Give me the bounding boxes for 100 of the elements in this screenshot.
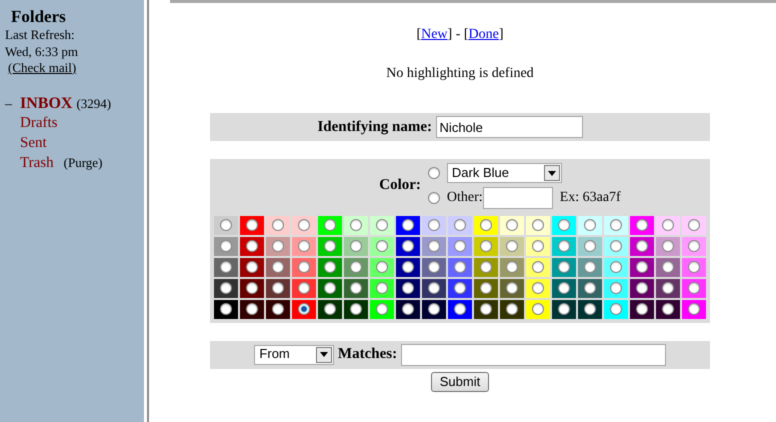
swatch-radio[interactable] [376,261,388,274]
swatch-radio[interactable] [454,219,466,232]
swatch-radio[interactable] [220,282,232,294]
swatch-radio[interactable] [454,261,466,274]
swatch-radio[interactable] [610,303,622,316]
swatch-radio[interactable] [350,282,362,294]
swatch-radio[interactable] [506,219,518,232]
swatch-radio[interactable] [324,261,336,274]
swatch-radio[interactable] [506,261,518,274]
swatch-radio[interactable] [688,303,700,316]
swatch-radio[interactable] [532,219,544,232]
swatch-radio[interactable] [350,240,362,252]
folder-link[interactable]: Trash [20,154,54,173]
matches-field[interactable] [400,344,666,366]
swatch-radio[interactable] [428,219,440,232]
swatch-radio[interactable] [506,303,518,316]
swatch-radio[interactable] [584,303,596,316]
swatch-radio[interactable] [376,240,388,252]
swatch-radio[interactable] [636,303,648,316]
color-select[interactable]: Dark Blue [446,163,562,183]
other-color-field[interactable] [482,186,553,208]
swatch-radio[interactable] [480,240,492,252]
swatch-radio[interactable] [402,240,414,252]
swatch-radio[interactable] [350,303,362,316]
swatch-radio[interactable] [688,240,700,252]
swatch-radio[interactable] [376,282,388,294]
swatch-radio[interactable] [584,261,596,274]
swatch-radio[interactable] [662,303,674,316]
swatch-radio[interactable] [220,261,232,274]
swatch-radio[interactable] [558,240,570,252]
swatch-radio[interactable] [610,261,622,274]
swatch-radio[interactable] [584,240,596,252]
swatch-radio[interactable] [298,240,310,252]
swatch-radio[interactable] [402,303,414,316]
folder-link[interactable]: Sent [20,134,47,153]
swatch-radio[interactable] [454,240,466,252]
swatch-radio[interactable] [506,282,518,294]
swatch-radio[interactable] [428,261,440,274]
swatch-radio[interactable] [246,303,258,316]
swatch-radio[interactable] [584,219,596,232]
swatch-radio[interactable] [610,219,622,232]
swatch-radio[interactable] [402,282,414,294]
swatch-radio[interactable] [558,303,570,316]
swatch-radio[interactable] [272,303,284,316]
swatch-radio[interactable] [324,303,336,316]
swatch-radio[interactable] [662,219,674,232]
swatch-radio[interactable] [272,219,284,232]
swatch-radio[interactable] [402,261,414,274]
nav-link[interactable]: Done [468,27,499,42]
swatch-radio[interactable] [298,261,310,274]
swatch-radio[interactable] [558,261,570,274]
swatch-radio[interactable] [532,261,544,274]
swatch-radio[interactable] [428,282,440,294]
swatch-radio[interactable] [350,219,362,232]
swatch-radio[interactable] [324,219,336,232]
swatch-radio[interactable] [272,261,284,274]
name-field[interactable]: Nichole [436,116,583,138]
swatch-radio[interactable] [584,282,596,294]
dropdown-caret-icon[interactable] [316,346,332,362]
purge-link[interactable]: (Purge) [64,155,102,172]
submit-button[interactable]: Submit [430,372,490,392]
swatch-radio[interactable] [480,303,492,316]
swatch-radio[interactable] [662,240,674,252]
swatch-radio[interactable] [428,240,440,252]
check-mail-link[interactable]: (Check mail) [8,60,76,75]
swatch-radio[interactable] [636,282,648,294]
swatch-radio[interactable] [532,303,544,316]
swatch-radio[interactable] [480,261,492,274]
swatch-radio[interactable] [610,240,622,252]
swatch-radio[interactable] [532,282,544,294]
color-option-radio[interactable] [428,192,440,204]
color-option-radio[interactable] [428,167,440,179]
swatch-radio[interactable] [454,282,466,294]
swatch-radio[interactable] [480,219,492,232]
swatch-radio[interactable] [636,219,648,232]
swatch-radio[interactable] [350,261,362,274]
field-select[interactable]: From [254,344,334,364]
swatch-radio[interactable] [402,219,414,232]
swatch-radio[interactable] [324,282,336,294]
swatch-radio[interactable] [246,219,258,232]
swatch-radio[interactable] [298,219,310,232]
swatch-radio[interactable] [298,282,310,294]
swatch-radio[interactable] [558,282,570,294]
swatch-radio[interactable] [688,261,700,274]
swatch-radio[interactable] [506,240,518,252]
swatch-radio[interactable] [376,219,388,232]
swatch-radio[interactable] [272,282,284,294]
swatch-radio[interactable] [662,261,674,274]
swatch-radio[interactable] [220,240,232,252]
swatch-radio[interactable] [272,240,284,252]
swatch-radio[interactable] [376,303,388,316]
swatch-radio[interactable] [636,261,648,274]
swatch-radio[interactable] [532,240,544,252]
swatch-radio[interactable] [324,240,336,252]
swatch-radio[interactable] [636,240,648,252]
swatch-radio[interactable] [246,282,258,294]
swatch-radio[interactable] [558,219,570,232]
folder-link[interactable]: INBOX [20,94,72,114]
swatch-radio[interactable] [662,282,674,294]
swatch-radio[interactable] [220,303,232,316]
